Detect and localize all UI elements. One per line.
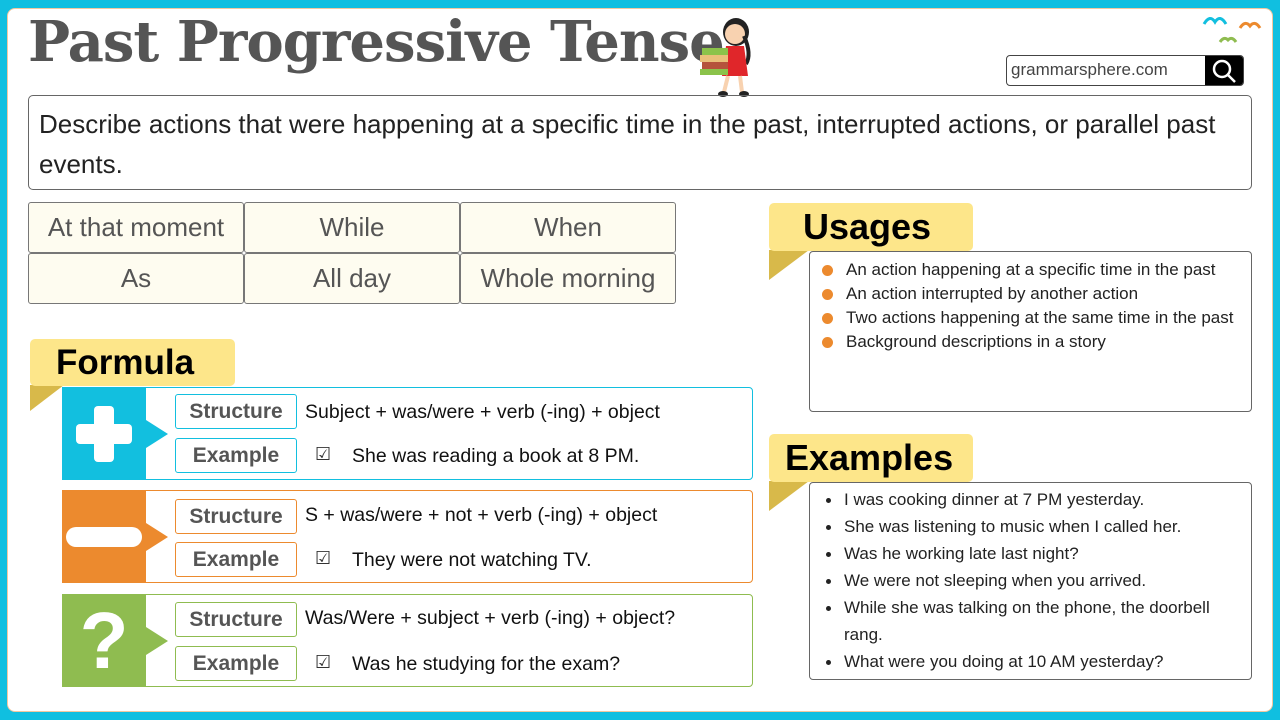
bullet-icon xyxy=(826,660,831,665)
example-label: Example xyxy=(175,646,297,681)
structure-label: Structure xyxy=(175,394,297,429)
usages-heading: Usages xyxy=(769,203,973,251)
structure-label: Structure xyxy=(175,602,297,637)
structure-text: Was/Were + subject + verb (-ing) + objec… xyxy=(305,607,676,629)
pointer-arrow xyxy=(146,419,168,448)
bullet-icon xyxy=(822,265,833,276)
tense-description: Describe actions that were happening at … xyxy=(28,95,1252,190)
formula-row-negative: Structure S + was/were + not + verb (-in… xyxy=(62,490,753,583)
bullet-icon xyxy=(822,289,833,300)
site-url: grammarsphere.com xyxy=(1011,60,1168,79)
usages-tag-fold xyxy=(769,250,809,280)
site-search-box[interactable]: grammarsphere.com xyxy=(1006,55,1244,86)
example-text: They were not watching TV. xyxy=(352,549,592,571)
bullet-icon xyxy=(822,313,833,324)
examples-heading: Examples xyxy=(769,434,973,482)
search-button[interactable] xyxy=(1205,56,1243,85)
time-expression: All day xyxy=(244,253,460,304)
minus-icon xyxy=(62,490,146,583)
check-circle-icon: ☑ xyxy=(315,652,332,673)
usage-item: An action interrupted by another action xyxy=(810,282,1241,306)
page-title: Past Progressive Tense xyxy=(28,9,725,75)
time-expression: At that moment xyxy=(28,202,244,253)
usage-item: Two actions happening at the same time i… xyxy=(810,306,1241,330)
time-expression: While xyxy=(244,202,460,253)
structure-text: S + was/were + not + verb (-ing) + objec… xyxy=(305,504,658,526)
bullet-icon xyxy=(826,606,831,611)
example-item: We were not sleeping when you arrived. xyxy=(810,567,1243,594)
pointer-arrow xyxy=(146,626,168,655)
example-text: Was he studying for the exam? xyxy=(352,653,621,675)
examples-tag-fold xyxy=(769,481,809,511)
bullet-icon xyxy=(826,579,831,584)
usage-item: An action happening at a specific time i… xyxy=(810,258,1241,282)
example-item: She was listening to music when I called… xyxy=(810,513,1243,540)
example-label: Example xyxy=(175,542,297,577)
example-item: I was cooking dinner at 7 PM yesterday. xyxy=(810,486,1243,513)
check-circle-icon: ☑ xyxy=(315,548,332,569)
examples-box: I was cooking dinner at 7 PM yesterday. … xyxy=(809,482,1252,680)
formula-heading: Formula xyxy=(30,339,235,386)
example-item: While she was talking on the phone, the … xyxy=(810,594,1243,648)
formula-row-affirmative: Structure Subject + was/were + verb (-in… xyxy=(62,387,753,480)
search-icon xyxy=(1212,59,1236,83)
birds-decoration-icon xyxy=(1202,17,1262,43)
bullet-icon xyxy=(826,498,831,503)
bullet-icon xyxy=(822,337,833,348)
pointer-arrow xyxy=(146,522,168,551)
plus-icon xyxy=(62,387,146,480)
structure-text: Subject + was/were + verb (-ing) + objec… xyxy=(305,401,660,423)
structure-label: Structure xyxy=(175,499,297,534)
time-expressions-grid: At that moment While When As All day Who… xyxy=(28,202,676,304)
usages-list: An action happening at a specific time i… xyxy=(810,258,1241,354)
examples-list: I was cooking dinner at 7 PM yesterday. … xyxy=(810,486,1243,675)
formula-tag-fold xyxy=(30,385,64,411)
example-label: Example xyxy=(175,438,297,473)
usage-item: Background descriptions in a story xyxy=(810,330,1241,354)
example-text: She was reading a book at 8 PM. xyxy=(352,445,640,467)
girl-with-books-illustration xyxy=(700,18,751,97)
bullet-icon xyxy=(826,552,831,557)
example-item: Was he working late last night? xyxy=(810,540,1243,567)
bullet-icon xyxy=(826,525,831,530)
usages-box: An action happening at a specific time i… xyxy=(809,251,1252,412)
formula-row-interrogative: ? Structure Was/Were + subject + verb (-… xyxy=(62,594,753,687)
time-expression: Whole morning xyxy=(460,253,676,304)
time-expression: As xyxy=(28,253,244,304)
question-icon: ? xyxy=(62,594,146,687)
time-expression: When xyxy=(460,202,676,253)
check-circle-icon: ☑ xyxy=(315,444,332,465)
example-item: What were you doing at 10 AM yesterday? xyxy=(810,648,1243,675)
